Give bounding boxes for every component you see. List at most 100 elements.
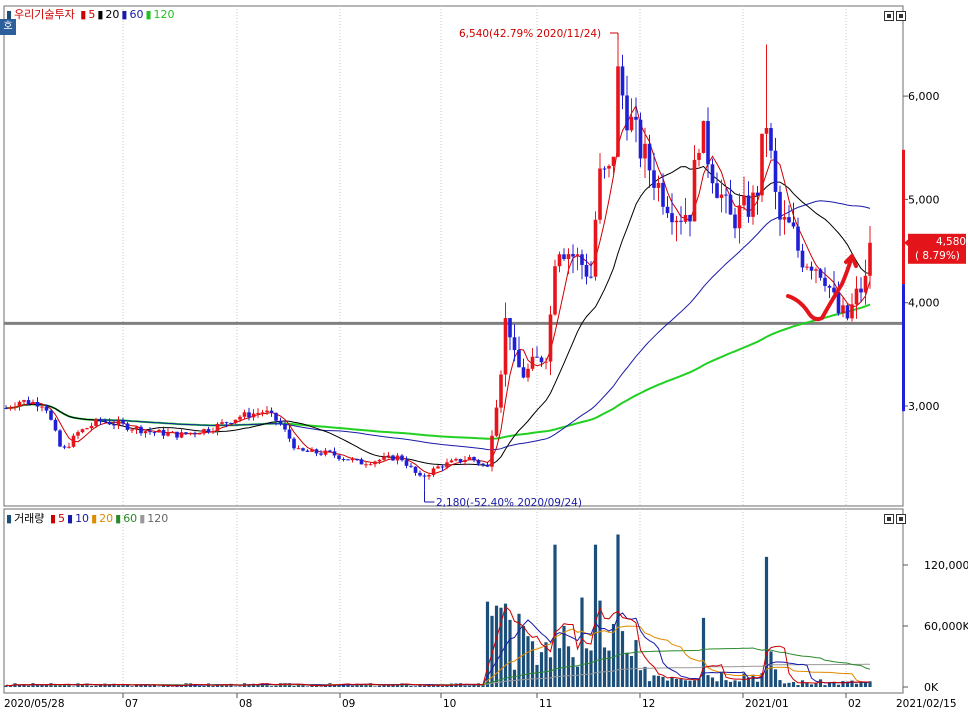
candle-up	[85, 428, 89, 429]
volume-bar	[99, 685, 102, 687]
candle-down	[58, 430, 62, 446]
candle-up	[13, 407, 17, 408]
candle-up	[90, 426, 94, 428]
candle-down	[288, 430, 292, 439]
candle-down	[292, 439, 296, 449]
candle-up	[450, 460, 454, 462]
candle-down	[279, 421, 283, 424]
volume-bar	[571, 657, 574, 687]
candle-down	[670, 213, 674, 222]
candle-down	[162, 430, 166, 436]
candle-up	[216, 424, 220, 431]
date-axis-label: 09	[342, 698, 355, 710]
candle-down	[459, 459, 463, 462]
candle-up	[751, 193, 755, 217]
volume-bar	[778, 680, 781, 687]
candle-up	[526, 369, 530, 378]
candle-down	[360, 459, 364, 464]
volume-bar	[720, 672, 723, 687]
candle-up	[630, 117, 634, 130]
candle-up	[81, 429, 85, 432]
volume-bar	[27, 686, 30, 687]
volume-bar	[211, 686, 214, 687]
candle-up	[166, 433, 170, 436]
volume-bar	[18, 685, 21, 687]
candle-up	[211, 431, 215, 432]
ma-legend-label: 10	[75, 512, 89, 525]
candle-down	[63, 446, 67, 447]
volume-bar	[733, 680, 736, 687]
candle-up	[234, 420, 238, 423]
candle-down	[585, 265, 589, 277]
candle-down	[747, 196, 751, 217]
volume-bar	[292, 686, 295, 687]
candle-down	[535, 357, 539, 358]
candle-down	[688, 215, 692, 221]
candle-down	[274, 413, 278, 421]
candle-down	[769, 128, 773, 151]
candle-up	[369, 464, 373, 465]
candle-down	[517, 350, 521, 367]
volume-bar	[238, 686, 241, 687]
volume-bar	[616, 535, 619, 688]
candle-up	[297, 448, 301, 449]
legend-marker-icon: ▮	[6, 8, 12, 21]
candle-down	[148, 431, 152, 432]
price-range-bar-up	[902, 150, 905, 284]
date-axis-label: 12	[642, 698, 655, 710]
volume-close-button[interactable]	[896, 514, 906, 524]
volume-bar	[121, 685, 124, 687]
volume-axis-label: 0K	[924, 681, 939, 694]
candle-up	[94, 419, 98, 426]
date-axis-label: 2021/02/15	[896, 698, 957, 710]
volume-bar	[202, 686, 205, 687]
candle-down	[486, 465, 490, 467]
price-axis-label: 5,000	[908, 193, 940, 206]
candle-up	[684, 215, 688, 222]
candle-down	[481, 464, 485, 465]
candle-down	[27, 400, 31, 404]
candle-down	[405, 460, 409, 466]
ma-legend-marker-icon: ▮	[97, 8, 103, 21]
volume-bar	[148, 686, 151, 687]
candle-down	[346, 459, 350, 460]
volume-bar	[432, 686, 435, 687]
candle-up	[454, 459, 458, 460]
volume-bar	[594, 545, 597, 687]
volume-restore-button[interactable]	[884, 514, 894, 524]
candle-up	[468, 457, 472, 460]
price-restore-button[interactable]	[884, 11, 894, 21]
candle-up	[256, 413, 260, 414]
volume-bar	[639, 670, 642, 687]
ma-legend-label: 20	[105, 8, 119, 21]
candle-down	[625, 95, 629, 130]
candle-down	[153, 432, 157, 433]
volume-bar	[837, 685, 840, 687]
volume-bar	[666, 681, 669, 687]
candle-down	[477, 460, 481, 464]
volume-bar	[180, 686, 183, 687]
candle-up	[612, 157, 616, 166]
candle-up	[850, 304, 854, 318]
volume-bar	[864, 682, 867, 687]
candle-down	[733, 215, 737, 229]
candle-down	[175, 432, 179, 438]
price-close-button[interactable]	[896, 11, 906, 21]
volume-bar	[576, 667, 579, 687]
candle-up	[738, 205, 742, 228]
ma-legend-label: 5	[58, 512, 65, 525]
candle-up	[760, 134, 764, 196]
candle-up	[805, 267, 809, 268]
candle-down	[796, 227, 800, 251]
candle-down	[472, 457, 476, 460]
volume-bar	[607, 651, 610, 687]
candle-up	[864, 276, 868, 293]
candle-down	[580, 254, 584, 265]
candle-up	[499, 375, 503, 408]
candle-down	[99, 419, 103, 420]
price-panel	[4, 6, 903, 506]
candle-down	[45, 407, 49, 411]
volume-bar	[234, 686, 237, 687]
volume-bar	[445, 686, 448, 687]
candle-up	[31, 402, 35, 404]
